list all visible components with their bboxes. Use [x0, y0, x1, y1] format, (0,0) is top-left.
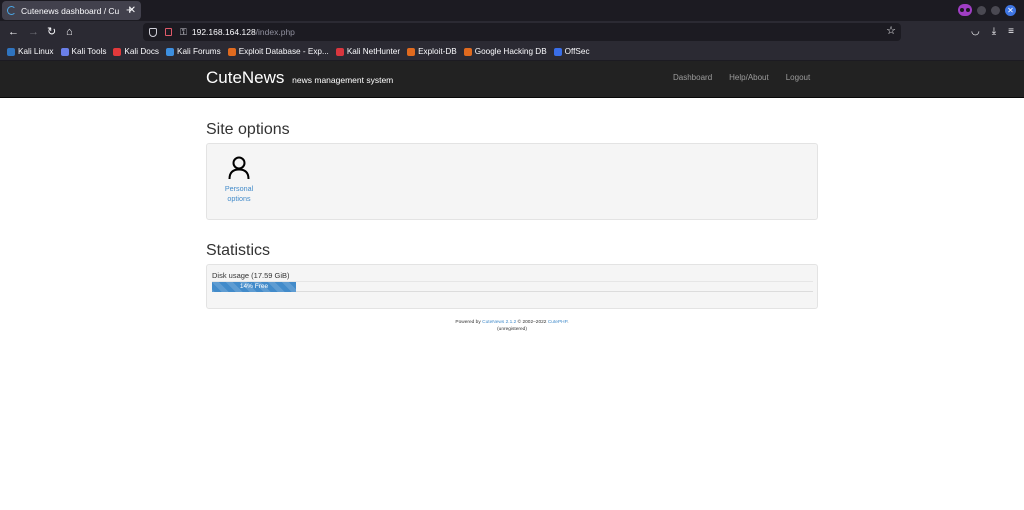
brand[interactable]: CuteNews news management system	[206, 68, 393, 88]
kali-nethunter-icon	[335, 47, 344, 56]
tracking-shield-icon[interactable]	[149, 27, 157, 37]
bookmarks-toolbar: Kali Linux Kali Tools Kali Docs Kali Forums…	[0, 43, 1024, 61]
disk-usage-progress-bar: 14% Free	[212, 282, 296, 292]
close-window-button[interactable]: ✕	[1005, 4, 1016, 16]
forward-arrow-icon[interactable]: →	[28, 24, 39, 40]
bookmark-item[interactable]: Kali Docs	[113, 47, 159, 56]
disk-usage-progress: 14% Free	[212, 281, 813, 292]
browser-nav-bar: ← → ↻ ⌂ ⚿ 192.168.164.128 /index.php ☆ ◡…	[0, 21, 1024, 43]
bookmark-label: Kali Docs	[124, 47, 160, 56]
browser-tab[interactable]: Cutenews dashboard / Cu ✕	[2, 1, 141, 20]
exploit-db-icon	[227, 47, 236, 56]
kali-docs-icon	[113, 47, 122, 56]
bookmark-label: Kali Tools	[71, 47, 107, 56]
bookmark-label: Kali Forums	[177, 47, 221, 56]
insecure-lock-icon[interactable]	[165, 28, 172, 36]
cutenews-version-link[interactable]: CuteNews 2.1.2	[482, 320, 516, 325]
key-icon[interactable]: ⚿	[180, 27, 187, 38]
personal-options-label: Personal options	[224, 184, 254, 203]
site-options-title: Site options	[206, 121, 290, 138]
license-status: (unregistered)	[497, 327, 527, 332]
kali-linux-icon	[7, 47, 15, 56]
window-controls: ✕	[958, 4, 1016, 16]
tab-title: Cutenews dashboard / Cu	[21, 5, 120, 16]
kali-tools-icon	[60, 47, 69, 56]
url-bar[interactable]: ⚿ 192.168.164.128 /index.php ☆	[143, 23, 901, 41]
nav-link-help-about[interactable]: Help/About	[729, 73, 769, 82]
bookmark-item[interactable]: Kali Forums	[166, 47, 221, 56]
new-tab-button[interactable]: +	[126, 2, 134, 18]
url-path: /index.php	[255, 27, 295, 37]
google-hacking-db-icon	[463, 47, 472, 56]
bookmark-item[interactable]: Kali NetHunter	[335, 47, 401, 56]
pocket-icon[interactable]: ◡	[971, 24, 980, 40]
cutephp-link[interactable]: CutePHP	[548, 320, 567, 325]
minimize-window-button[interactable]	[977, 5, 986, 15]
bookmark-item[interactable]: Kali Linux	[7, 47, 54, 56]
offsec-icon	[553, 47, 562, 56]
brand-subtitle: news management system	[292, 75, 394, 85]
maximize-window-button[interactable]	[991, 5, 1000, 15]
bookmark-label: Kali NetHunter	[346, 47, 401, 56]
bookmark-label: Exploit-DB	[418, 47, 457, 56]
bookmark-label: Kali Linux	[18, 47, 54, 56]
disk-usage-label: Disk usage (17.59 GiB)	[212, 271, 290, 280]
bookmark-label: Exploit Database - Exp...	[238, 47, 329, 56]
bookmark-item[interactable]: Kali Tools	[60, 47, 107, 56]
footer: Powered by CuteNews 2.1.2 © 2002–2022 Cu…	[455, 320, 569, 332]
nav-link-logout[interactable]: Logout	[786, 73, 810, 82]
private-browsing-icon	[958, 4, 972, 16]
browser-tab-bar: Cutenews dashboard / Cu ✕ + ✕	[0, 0, 1024, 21]
personal-options-link[interactable]: Personal options	[221, 156, 257, 204]
reload-icon[interactable]: ↻	[47, 24, 56, 40]
url-host: 192.168.164.128	[191, 27, 256, 37]
bookmark-star-icon[interactable]: ☆	[886, 24, 896, 37]
bookmark-label: Google Hacking DB	[474, 47, 547, 56]
site-header: CuteNews news management system Dashboar…	[0, 61, 1024, 98]
bookmark-item[interactable]: Exploit-DB	[407, 47, 457, 56]
kali-forums-icon	[166, 47, 175, 56]
download-icon[interactable]: ⤓	[992, 24, 996, 40]
site-options-panel: Personal options	[206, 143, 818, 220]
home-icon[interactable]: ⌂	[66, 24, 73, 40]
menu-icon[interactable]: ≡	[1008, 24, 1014, 40]
bookmark-item[interactable]: Google Hacking DB	[463, 47, 547, 56]
bookmark-label: OffSec	[564, 47, 590, 56]
statistics-title: Statistics	[206, 242, 271, 259]
bookmark-item[interactable]: OffSec	[553, 47, 590, 56]
user-icon	[228, 156, 250, 180]
exploit-db-icon	[407, 47, 416, 56]
bookmark-item[interactable]: Exploit Database - Exp...	[227, 47, 329, 56]
back-arrow-icon[interactable]: ←	[8, 24, 19, 40]
statistics-panel: Disk usage (17.59 GiB) 14% Free	[206, 264, 818, 309]
brand-name: CuteNews	[206, 68, 285, 87]
nav-link-dashboard[interactable]: Dashboard	[673, 73, 712, 82]
cutenews-favicon-icon	[7, 6, 16, 15]
